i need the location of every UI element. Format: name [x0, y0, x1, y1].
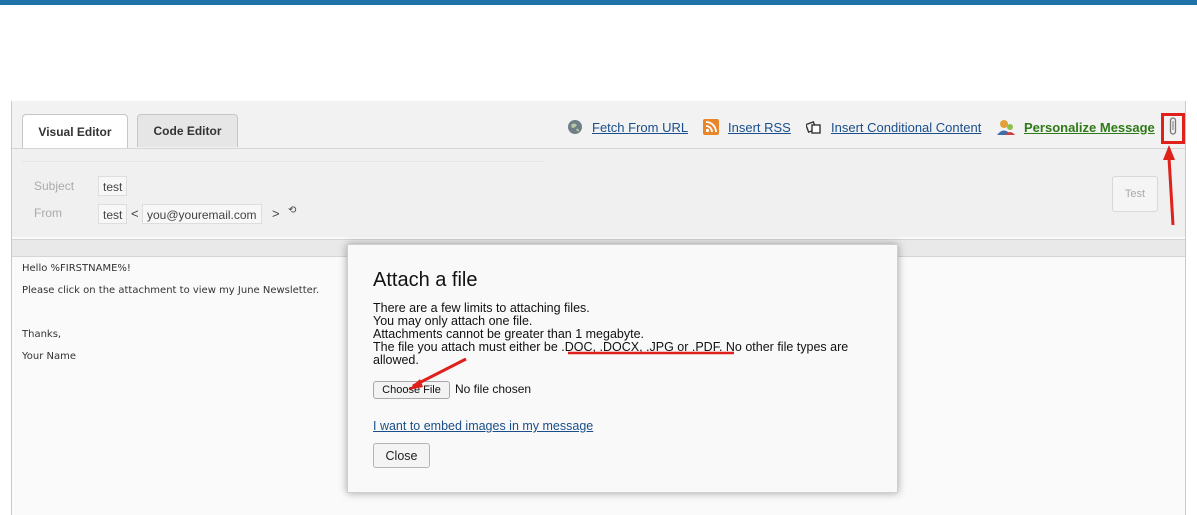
attach-file-button[interactable] [1161, 113, 1185, 144]
choose-file-button[interactable]: Choose File [373, 381, 450, 399]
personalize-icon [997, 119, 1015, 135]
body-line-thanks: Thanks, [22, 329, 62, 340]
no-file-chosen-text: No file chosen [455, 382, 532, 396]
globe-icon [567, 119, 583, 135]
message-header: Subject test From test < you@youremail.c… [12, 149, 1185, 237]
attach-file-dialog: Attach a file There are a few limits to … [347, 244, 898, 493]
body-line-signature: Your Name [22, 351, 77, 362]
insert-conditional-content-label: Insert Conditional Content [831, 119, 982, 135]
paperclip-icon [1169, 117, 1177, 140]
embed-images-link[interactable]: I want to embed images in my message [373, 419, 593, 433]
file-type-rule-cont: allowed. [373, 353, 419, 367]
test-button[interactable]: Test [1112, 176, 1158, 212]
file-type-rule: The file you attach must either be .DOC,… [373, 340, 849, 354]
personalize-message-link[interactable]: Personalize Message [997, 118, 1155, 136]
fetch-from-url-link[interactable]: Fetch From URL [567, 118, 688, 136]
personalize-message-label: Personalize Message [1024, 119, 1155, 135]
from-email-field[interactable]: you@youremail.com [142, 204, 262, 224]
tab-code-editor[interactable]: Code Editor [137, 114, 238, 147]
reset-from-icon[interactable]: ⟲ [288, 205, 296, 216]
subject-field[interactable]: test [98, 176, 128, 196]
from-gt: > [272, 206, 280, 221]
close-button[interactable]: Close [373, 443, 430, 468]
editor-toolbar: Visual Editor Code Editor Fetch From URL… [12, 101, 1185, 149]
from-name-field[interactable]: test [98, 204, 128, 224]
header-divider [22, 161, 544, 162]
from-lt: < [131, 206, 139, 221]
body-line-message: Please click on the attachment to view m… [22, 285, 320, 296]
insert-conditional-content-link[interactable]: Insert Conditional Content [804, 118, 982, 136]
subject-label: Subject [34, 179, 75, 193]
tab-visual-editor[interactable]: Visual Editor [22, 114, 128, 148]
from-label: From [34, 206, 62, 220]
insert-rss-label: Insert RSS [728, 119, 791, 135]
dialog-title: Attach a file [373, 269, 478, 291]
insert-rss-link[interactable]: Insert RSS [703, 118, 791, 136]
body-line-greeting: Hello %FIRSTNAME%! [22, 263, 131, 274]
top-accent-bar [0, 0, 1197, 5]
rss-icon [703, 119, 719, 135]
fetch-from-url-label: Fetch From URL [592, 119, 689, 135]
conditional-icon [804, 119, 822, 135]
